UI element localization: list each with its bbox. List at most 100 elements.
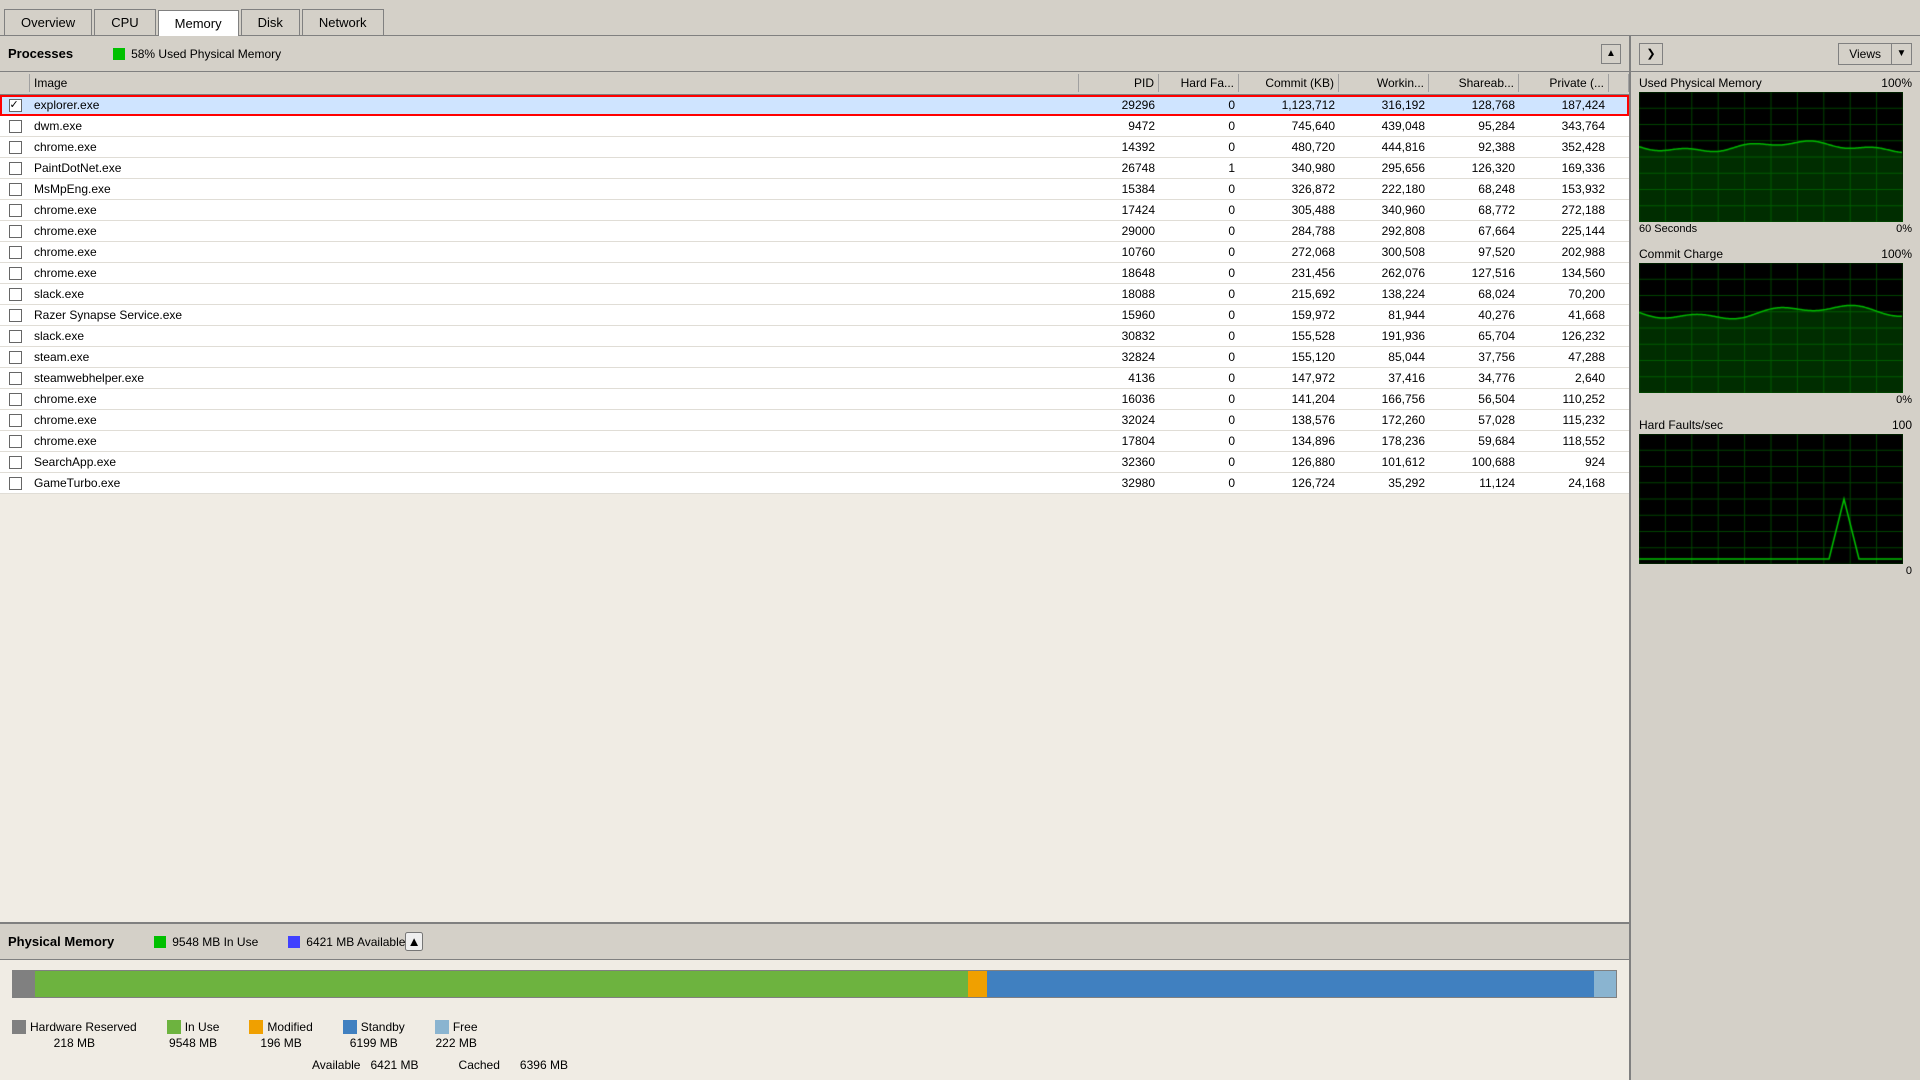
cell-shareable-11: 65,704 bbox=[1429, 327, 1519, 345]
table-row[interactable]: chrome.exe 32024 0 138,576 172,260 57,02… bbox=[0, 410, 1629, 431]
checkbox-15[interactable] bbox=[9, 414, 22, 427]
cell-hard-faults-16: 0 bbox=[1159, 432, 1239, 450]
cell-checkbox-6[interactable] bbox=[0, 222, 30, 240]
cell-private-14: 110,252 bbox=[1519, 390, 1609, 408]
table-row[interactable]: chrome.exe 14392 0 480,720 444,816 92,38… bbox=[0, 137, 1629, 158]
cell-working-1: 439,048 bbox=[1339, 117, 1429, 135]
tab-network[interactable]: Network bbox=[302, 9, 384, 35]
col-shareable[interactable]: Shareab... bbox=[1429, 74, 1519, 92]
checkbox-7[interactable] bbox=[9, 246, 22, 259]
tab-overview[interactable]: Overview bbox=[4, 9, 92, 35]
checkbox-2[interactable] bbox=[9, 141, 22, 154]
cell-checkbox-5[interactable] bbox=[0, 201, 30, 219]
legend-free-icon bbox=[435, 1020, 449, 1034]
views-button[interactable]: Views ▼ bbox=[1838, 43, 1912, 65]
cell-end-16 bbox=[1609, 432, 1629, 450]
table-row[interactable]: slack.exe 30832 0 155,528 191,936 65,704… bbox=[0, 326, 1629, 347]
cell-private-12: 47,288 bbox=[1519, 348, 1609, 366]
cell-checkbox-4[interactable] bbox=[0, 180, 30, 198]
tab-cpu[interactable]: CPU bbox=[94, 9, 155, 35]
cell-private-0: 187,424 bbox=[1519, 96, 1609, 114]
cell-checkbox-11[interactable] bbox=[0, 327, 30, 345]
cell-end-10 bbox=[1609, 306, 1629, 324]
checkbox-5[interactable] bbox=[9, 204, 22, 217]
checkbox-1[interactable] bbox=[9, 120, 22, 133]
table-row[interactable]: chrome.exe 17804 0 134,896 178,236 59,68… bbox=[0, 431, 1629, 452]
cell-checkbox-8[interactable] bbox=[0, 264, 30, 282]
cell-checkbox-14[interactable] bbox=[0, 390, 30, 408]
checkbox-17[interactable] bbox=[9, 456, 22, 469]
cell-checkbox-16[interactable] bbox=[0, 432, 30, 450]
cell-checkbox-10[interactable] bbox=[0, 306, 30, 324]
processes-table-body: explorer.exe 29296 0 1,123,712 316,192 1… bbox=[0, 95, 1629, 922]
cell-end-2 bbox=[1609, 138, 1629, 156]
chart-commit-title-row: Commit Charge 100% bbox=[1639, 247, 1912, 261]
table-row[interactable]: PaintDotNet.exe 26748 1 340,980 295,656 … bbox=[0, 158, 1629, 179]
cell-pid-8: 18648 bbox=[1079, 264, 1159, 282]
checkbox-11[interactable] bbox=[9, 330, 22, 343]
checkbox-18[interactable] bbox=[9, 477, 22, 490]
cell-image-4: MsMpEng.exe bbox=[30, 180, 1079, 198]
col-pid[interactable]: PID bbox=[1079, 74, 1159, 92]
tab-disk[interactable]: Disk bbox=[241, 9, 300, 35]
table-row[interactable]: chrome.exe 29000 0 284,788 292,808 67,66… bbox=[0, 221, 1629, 242]
table-row[interactable]: steamwebhelper.exe 4136 0 147,972 37,416… bbox=[0, 368, 1629, 389]
cell-end-13 bbox=[1609, 369, 1629, 387]
cell-checkbox-18[interactable] bbox=[0, 474, 30, 492]
col-working[interactable]: Workin... bbox=[1339, 74, 1429, 92]
cell-hard-faults-9: 0 bbox=[1159, 285, 1239, 303]
checkbox-14[interactable] bbox=[9, 393, 22, 406]
table-row[interactable]: MsMpEng.exe 15384 0 326,872 222,180 68,2… bbox=[0, 179, 1629, 200]
table-row[interactable]: explorer.exe 29296 0 1,123,712 316,192 1… bbox=[0, 95, 1629, 116]
cell-image-5: chrome.exe bbox=[30, 201, 1079, 219]
table-row[interactable]: chrome.exe 16036 0 141,204 166,756 56,50… bbox=[0, 389, 1629, 410]
cell-checkbox-9[interactable] bbox=[0, 285, 30, 303]
col-image[interactable]: Image bbox=[30, 74, 1079, 92]
cell-checkbox-12[interactable] bbox=[0, 348, 30, 366]
cell-checkbox-1[interactable] bbox=[0, 117, 30, 135]
processes-collapse-btn[interactable]: ▲ bbox=[1601, 44, 1621, 64]
views-dropdown-icon: ▼ bbox=[1891, 43, 1911, 65]
checkbox-0[interactable] bbox=[9, 99, 22, 112]
checkbox-10[interactable] bbox=[9, 309, 22, 322]
checkbox-9[interactable] bbox=[9, 288, 22, 301]
table-row[interactable]: Razer Synapse Service.exe 15960 0 159,97… bbox=[0, 305, 1629, 326]
cell-checkbox-7[interactable] bbox=[0, 243, 30, 261]
checkbox-8[interactable] bbox=[9, 267, 22, 280]
table-row[interactable]: GameTurbo.exe 32980 0 126,724 35,292 11,… bbox=[0, 473, 1629, 494]
cell-image-1: dwm.exe bbox=[30, 117, 1079, 135]
checkbox-3[interactable] bbox=[9, 162, 22, 175]
physical-memory-collapse-btn[interactable]: ▲ bbox=[405, 932, 422, 951]
cell-checkbox-13[interactable] bbox=[0, 369, 30, 387]
cell-checkbox-15[interactable] bbox=[0, 411, 30, 429]
chart-used-physical-max: 100% bbox=[1881, 76, 1912, 90]
cell-private-7: 202,988 bbox=[1519, 243, 1609, 261]
checkbox-13[interactable] bbox=[9, 372, 22, 385]
cell-shareable-18: 11,124 bbox=[1429, 474, 1519, 492]
cell-checkbox-17[interactable] bbox=[0, 453, 30, 471]
checkbox-6[interactable] bbox=[9, 225, 22, 238]
legend-inuse-icon bbox=[167, 1020, 181, 1034]
col-private[interactable]: Private (... bbox=[1519, 74, 1609, 92]
table-row[interactable]: chrome.exe 18648 0 231,456 262,076 127,5… bbox=[0, 263, 1629, 284]
checkbox-4[interactable] bbox=[9, 183, 22, 196]
table-row[interactable]: dwm.exe 9472 0 745,640 439,048 95,284 34… bbox=[0, 116, 1629, 137]
checkbox-16[interactable] bbox=[9, 435, 22, 448]
checkbox-12[interactable] bbox=[9, 351, 22, 364]
cell-checkbox-2[interactable] bbox=[0, 138, 30, 156]
col-commit[interactable]: Commit (KB) bbox=[1239, 74, 1339, 92]
col-hard-faults[interactable]: Hard Fa... bbox=[1159, 74, 1239, 92]
table-row[interactable]: slack.exe 18088 0 215,692 138,224 68,024… bbox=[0, 284, 1629, 305]
table-row[interactable]: SearchApp.exe 32360 0 126,880 101,612 10… bbox=[0, 452, 1629, 473]
cell-end-0 bbox=[1609, 96, 1629, 114]
cell-end-18 bbox=[1609, 474, 1629, 492]
table-row[interactable]: steam.exe 32824 0 155,120 85,044 37,756 … bbox=[0, 347, 1629, 368]
cell-checkbox-0[interactable] bbox=[0, 96, 30, 114]
cell-checkbox-3[interactable] bbox=[0, 159, 30, 177]
table-row[interactable]: chrome.exe 17424 0 305,488 340,960 68,77… bbox=[0, 200, 1629, 221]
nav-left-btn[interactable]: ❯ bbox=[1639, 43, 1663, 65]
cell-pid-7: 10760 bbox=[1079, 243, 1159, 261]
tab-memory[interactable]: Memory bbox=[158, 10, 239, 36]
table-row[interactable]: chrome.exe 10760 0 272,068 300,508 97,52… bbox=[0, 242, 1629, 263]
chart-used-physical-time: 60 Seconds bbox=[1639, 223, 1697, 235]
